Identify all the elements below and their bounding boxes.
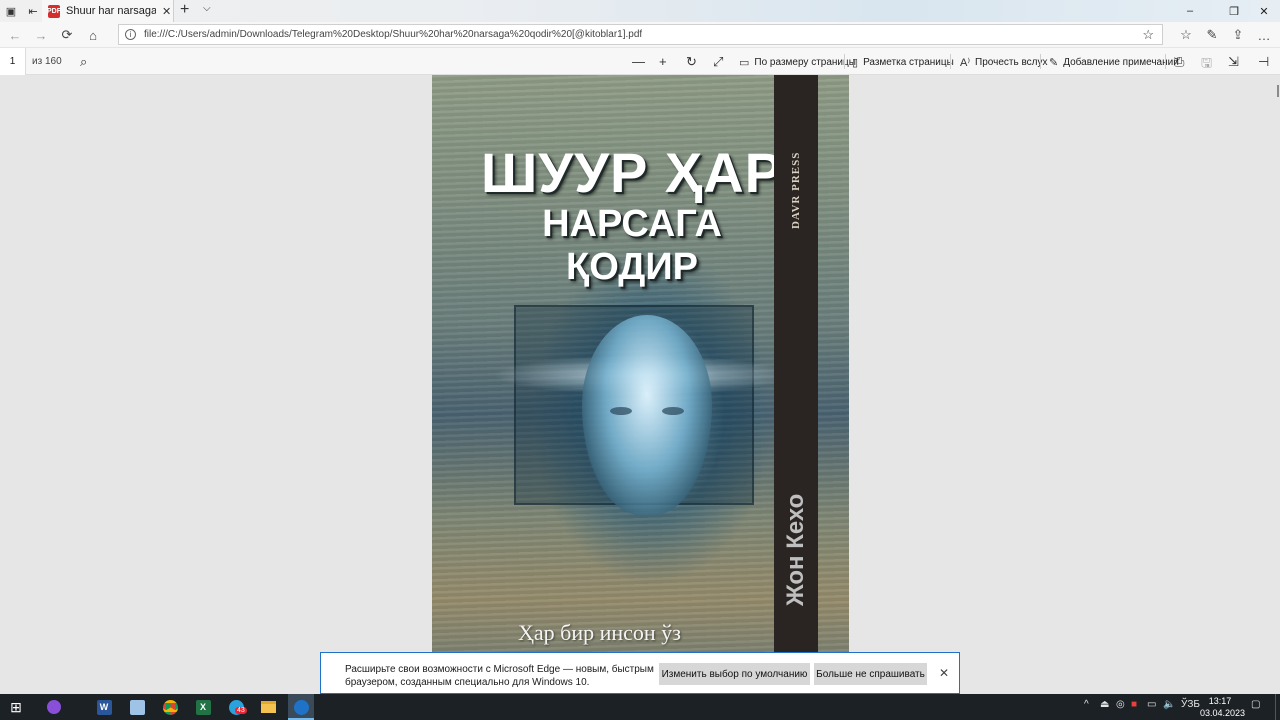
cortana-circle [47,700,61,714]
language-indicator[interactable]: ЎЗБ [1181,699,1200,710]
zoom-out-icon[interactable]: — [632,54,645,69]
chrome-icon[interactable] [158,696,182,718]
notifications-icon[interactable]: ▢ [1251,699,1260,710]
tab-close-icon[interactable]: ✕ [162,5,171,18]
head-eye [610,407,632,415]
web-notes-icon[interactable]: ✎ [1201,25,1223,45]
cover-title-line2: НАРСАГА ҚОДИР [542,203,722,288]
close-notification-icon[interactable]: ✕ [939,666,949,680]
pen-icon: ✎ [1049,57,1059,69]
set-tabs-aside-icon[interactable]: ⇤ [22,0,44,22]
head-eye [662,407,684,415]
pdf-toolbar: 1 из 160 ⌕ — + ↻ ⤢ ▭ По размеру страницы… [0,48,1280,75]
clock-time: 13:17 [1208,696,1232,706]
navigation-bar: ← → ⟳ ⌂ i file:///C:/Users/admin/Downloa… [0,22,1280,47]
page-layout-icon: ▯ [852,57,859,69]
scrollbar-thumb[interactable] [1277,85,1279,97]
new-tab-button[interactable]: + [180,1,189,19]
save-as-icon[interactable]: ⇲ [1228,54,1239,70]
more-menu-icon[interactable]: … [1253,25,1275,45]
toolbar-divider [950,54,951,69]
search-icon[interactable]: ⌕ [80,54,87,70]
print-icon[interactable]: ⎙ [1174,54,1184,70]
publisher-name: DAVR PRESS [790,151,802,229]
page-layout-label: Разметка страницы [863,57,954,68]
edge-promo-notification: Расширьте свои возможности с Microsoft E… [320,652,960,694]
back-button[interactable]: ← [4,25,26,45]
excel-logo: X [195,699,211,715]
close-window-button[interactable]: ✕ [1249,0,1279,22]
tab-preview-chevron-icon[interactable]: ⌵ [203,3,211,14]
add-favorite-star-icon[interactable]: ☆ [1142,27,1154,43]
pdf-file-icon: PDF [47,4,61,18]
chrome-logo [162,699,178,715]
save-icon[interactable]: 🖫 [1201,54,1212,76]
tab-title: Shuur har narsaga qodir [66,5,156,17]
refresh-button[interactable]: ⟳ [56,25,78,45]
zoom-in-icon[interactable]: + [659,54,667,69]
telegram-icon[interactable]: 43 [224,696,248,718]
add-notes-button[interactable]: ✎ Добавление примечаний [1049,56,1179,69]
fit-page-icon: ▭ [739,57,750,69]
author-name: Жон Кехо [782,493,809,607]
pdf-viewer[interactable]: ШУУР ҲАР НАРСАГА ҚОДИР DAVR PRESS Жон Ке… [0,75,1280,692]
minimize-button[interactable]: – [1175,0,1205,22]
word-icon[interactable]: W [92,696,116,718]
read-aloud-button[interactable]: A⁾ Прочесть вслух [960,56,1048,69]
fullscreen-icon[interactable]: ⤢ [713,54,723,70]
info-icon[interactable]: i [125,29,136,40]
taskbar: ⊞ W X 43 ^ ⏏ ◎ ■ ▭ 🔈 ЎЗБ 13:17 03.04.202… [0,694,1280,720]
file-explorer-icon[interactable] [256,696,280,718]
toolbar-divider [1165,54,1166,69]
toolbar-divider [844,54,845,69]
telegram-badge: 43 [235,707,247,714]
share-icon[interactable]: ⇪ [1227,25,1249,45]
network-icon[interactable]: ▭ [1147,699,1156,710]
change-default-button[interactable]: Изменить выбор по умолчанию [659,663,810,685]
start-button[interactable]: ⊞ [4,696,28,718]
book-cover-page: ШУУР ҲАР НАРСАГА ҚОДИР DAVR PRESS Жон Ке… [432,75,849,692]
forward-button[interactable]: → [30,25,52,45]
cover-bottom-text: Ҳар бир инсон ўз [518,620,681,645]
tab-pdf[interactable]: PDF Shuur har narsaga qodir ✕ [42,0,174,22]
volume-icon[interactable]: 🔈 [1163,699,1175,710]
folder-logo [260,701,276,713]
show-desktop-button[interactable] [1275,694,1280,720]
edge-logo [293,699,309,715]
page-layout-button[interactable]: ▯ Разметка страницы [852,56,954,69]
home-button[interactable]: ⌂ [82,25,104,45]
usb-device-icon[interactable]: ⏏ [1100,699,1109,710]
clock-date: 03.04.2023 [1200,708,1246,718]
read-aloud-label: Прочесть вслух [975,57,1048,68]
word-logo: W [96,699,112,715]
page-total: из 160 [32,56,62,67]
title-bar: ▣ ⇤ PDF Shuur har narsaga qodir ✕ + ⌵ – … [0,0,1280,22]
url-text: file:///C:/Users/admin/Downloads/Telegra… [144,29,643,40]
digital-head-graphic [582,315,712,515]
tab-actions-icon[interactable]: ▣ [0,0,22,22]
system-clock[interactable]: 13:17 03.04.2023 [1200,695,1246,719]
notification-text: Расширьте свои возможности с Microsoft E… [345,664,654,688]
toolbar-divider [1040,54,1041,69]
pin-toolbar-icon[interactable]: ⊣ [1258,54,1269,70]
notepad-icon[interactable] [125,696,149,718]
fit-to-page-button[interactable]: ▭ По размеру страницы [739,56,856,69]
maximize-button[interactable]: ❐ [1219,0,1249,22]
page-number-input[interactable]: 1 [0,48,26,75]
antivirus-tray-icon[interactable]: ■ [1131,699,1137,710]
edge-icon[interactable] [289,696,313,718]
cortana-icon[interactable] [42,696,66,718]
cover-title-line1: ШУУР ҲАР [481,141,783,204]
read-aloud-icon: A⁾ [960,57,971,69]
favorites-hub-icon[interactable]: ☆ [1175,25,1197,45]
app-tray-icon[interactable]: ◎ [1116,699,1125,710]
add-notes-label: Добавление примечаний [1063,57,1179,68]
fit-page-label: По размеру страницы [754,57,856,68]
rotate-icon[interactable]: ↻ [686,54,697,70]
notepad-logo [129,699,145,715]
address-bar[interactable]: i file:///C:/Users/admin/Downloads/Teleg… [118,24,1163,45]
excel-icon[interactable]: X [191,696,215,718]
dont-ask-again-button[interactable]: Больше не спрашивать [814,663,927,685]
show-hidden-icons-chevron[interactable]: ^ [1084,699,1089,710]
